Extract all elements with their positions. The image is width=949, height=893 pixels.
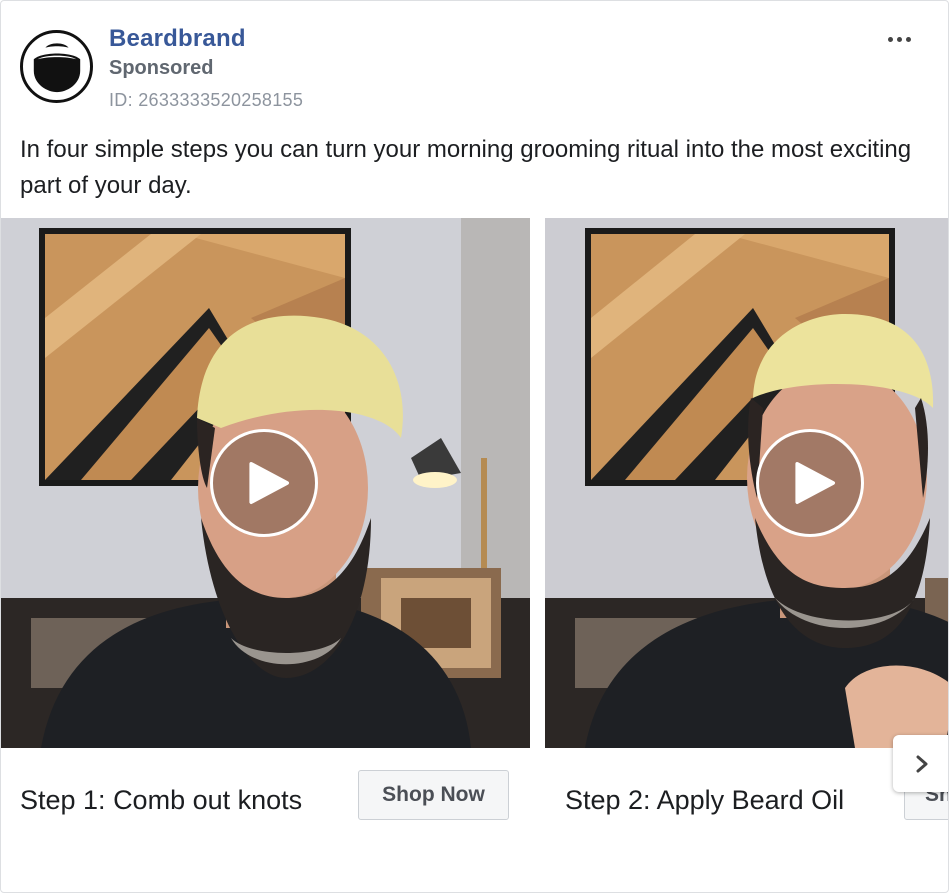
- carousel: Step 1: Comb out knots Shop Now Step 2: …: [1, 218, 948, 892]
- carousel-slide: Step 1: Comb out knots Shop Now: [1, 218, 530, 892]
- play-icon: [795, 462, 835, 504]
- post-body-text: In four simple steps you can turn your m…: [20, 136, 912, 199]
- carousel-slide: Step 2: Apply Beard Oil Sh: [545, 218, 948, 892]
- more-horizontal-icon: [887, 36, 893, 42]
- play-button[interactable]: [756, 429, 864, 537]
- slide-video[interactable]: [545, 218, 948, 748]
- page-name-link[interactable]: Beardbrand: [109, 25, 246, 53]
- carousel-next-button[interactable]: [893, 735, 948, 792]
- video-thumbnail: [545, 218, 948, 748]
- ad-id: ID: 2633333520258155: [109, 90, 304, 110]
- sponsored-post-card: Beardbrand Sponsored ID: 263333352025815…: [0, 0, 949, 893]
- shop-now-button[interactable]: Shop Now: [358, 770, 509, 820]
- slide-caption: Step 1: Comb out knots: [20, 785, 303, 815]
- more-horizontal-icon: [905, 36, 911, 42]
- play-button[interactable]: [210, 429, 318, 537]
- slide-caption: Step 2: Apply Beard Oil: [565, 785, 845, 815]
- beardbrand-logo-icon: [33, 42, 80, 92]
- chevron-right-icon: [916, 755, 927, 772]
- slide-video[interactable]: [1, 218, 530, 748]
- more-options-button[interactable]: [876, 25, 922, 53]
- sponsored-label: Sponsored: [109, 57, 214, 79]
- play-icon: [249, 462, 289, 504]
- page-avatar[interactable]: [20, 30, 93, 103]
- more-horizontal-icon: [896, 36, 902, 42]
